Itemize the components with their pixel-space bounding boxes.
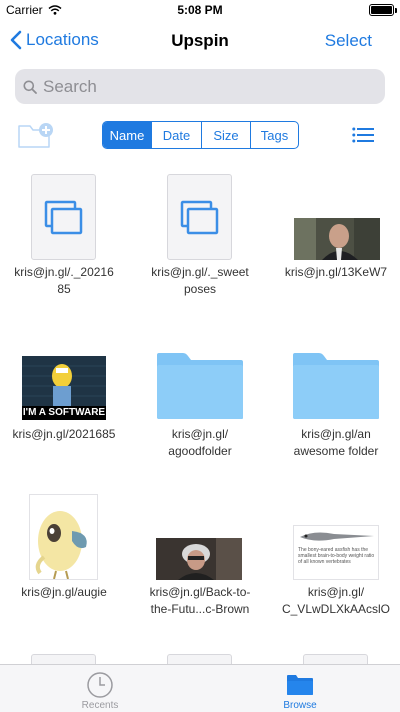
item-label: kris@jn.gl/._sweet poses bbox=[132, 264, 268, 298]
sort-by-name-segment[interactable]: Name bbox=[103, 122, 152, 148]
tab-browse[interactable]: Browse bbox=[200, 665, 400, 712]
item-label-line-1: kris@jn.gl/._20216 bbox=[14, 265, 114, 279]
clock-icon bbox=[87, 672, 113, 698]
item-label-line-2: 85 bbox=[57, 282, 71, 296]
sort-by-size-segment[interactable]: Size bbox=[202, 122, 251, 148]
navigation-bar: Locations Upspin Select bbox=[0, 20, 400, 64]
grid-item-document[interactable]: kris@jn.gl/._sweet poses bbox=[140, 172, 260, 302]
battery-icon bbox=[369, 4, 397, 16]
status-bar: Carrier 5:08 PM bbox=[0, 0, 400, 20]
item-label-line-1: kris@jn.gl/an bbox=[301, 427, 371, 441]
photo-thumbnail bbox=[294, 218, 380, 260]
stacked-windows-icon bbox=[44, 200, 83, 235]
image-caption: I'M A SOFTWARE bbox=[22, 406, 106, 420]
item-label-line-1: kris@jn.gl/ bbox=[171, 427, 229, 441]
tab-bar: Recents Browse bbox=[0, 664, 400, 712]
new-folder-icon[interactable] bbox=[18, 122, 54, 148]
document-thumbnail bbox=[31, 174, 96, 260]
folder-icon bbox=[293, 353, 379, 419]
screen: Carrier 5:08 PM Locations Upspin Select bbox=[0, 0, 400, 712]
item-label-line-1: kris@jn.gl/._sweet bbox=[151, 265, 249, 279]
item-label-line-1: kris@jn.gl/ bbox=[307, 585, 365, 599]
tab-label: Browse bbox=[283, 700, 317, 711]
item-label-line-1: kris@jn.gl/2021685 bbox=[12, 427, 116, 441]
sort-by-date-segment[interactable]: Date bbox=[152, 122, 202, 148]
photo-thumbnail: The bony-eared assfish has the smallest … bbox=[293, 525, 379, 580]
grid-item-document[interactable]: kris@jn.gl/._20216 85 bbox=[4, 172, 124, 302]
grid-item-folder[interactable]: kris@jn.gl/an awesome folder bbox=[276, 352, 396, 462]
stacked-windows-icon bbox=[180, 200, 219, 235]
fish-icon bbox=[300, 532, 374, 541]
item-label-line-2: awesome folder bbox=[293, 444, 379, 458]
grid-item-image[interactable]: kris@jn.gl/augie bbox=[4, 492, 124, 622]
sort-segmented-control: Name Date Size Tags bbox=[102, 121, 299, 149]
clock: 5:08 PM bbox=[177, 3, 223, 17]
folder-icon bbox=[157, 353, 243, 419]
item-label-line-2: agoodfolder bbox=[168, 444, 232, 458]
document-thumbnail bbox=[167, 174, 232, 260]
item-label: kris@jn.gl/augie bbox=[0, 584, 132, 601]
item-label-line-1: kris@jn.gl/augie bbox=[21, 585, 107, 599]
item-label: kris@jn.gl/ C_VLwDLXkAAcslO bbox=[268, 584, 400, 618]
tab-recents[interactable]: Recents bbox=[0, 665, 200, 712]
item-label: kris@jn.gl/13KeW7 bbox=[268, 264, 400, 281]
grid-item-image[interactable]: The bony-eared assfish has the smallest … bbox=[276, 492, 396, 622]
list-view-icon[interactable] bbox=[352, 126, 374, 144]
photo-thumbnail bbox=[29, 494, 98, 580]
photo-thumbnail bbox=[156, 538, 242, 580]
item-label-line-1: kris@jn.gl/Back-to- bbox=[149, 585, 251, 599]
sort-by-tags-segment[interactable]: Tags bbox=[251, 122, 298, 148]
folder-icon bbox=[287, 675, 313, 695]
bird-character-icon bbox=[35, 511, 87, 580]
search-icon bbox=[23, 80, 37, 94]
search-bar[interactable] bbox=[15, 69, 385, 104]
grid-item-image[interactable]: kris@jn.gl/13KeW7 bbox=[276, 172, 396, 302]
item-label: kris@jn.gl/2021685 bbox=[0, 426, 132, 443]
item-label: kris@jn.gl/._20216 85 bbox=[0, 264, 132, 298]
item-label-line-1: kris@jn.gl/13KeW7 bbox=[284, 265, 388, 279]
item-label-line-2: the-Futu...c-Brown bbox=[150, 602, 250, 616]
item-label: kris@jn.gl/Back-to- the-Futu...c-Brown bbox=[132, 584, 268, 618]
select-button[interactable]: Select bbox=[325, 31, 372, 51]
item-label: kris@jn.gl/ agoodfolder bbox=[132, 426, 268, 460]
grid-item-folder[interactable]: kris@jn.gl/ agoodfolder bbox=[140, 352, 260, 462]
image-caption: The bony-eared assfish has the smallest … bbox=[298, 547, 375, 565]
tab-label: Recents bbox=[81, 700, 119, 711]
photo-thumbnail: I'M A SOFTWARE bbox=[22, 356, 106, 420]
grid-item-image[interactable]: kris@jn.gl/Back-to- the-Futu...c-Brown bbox=[140, 492, 260, 622]
grid-item-image[interactable]: I'M A SOFTWARE kris@jn.gl/2021685 bbox=[4, 352, 124, 462]
item-label-line-2: C_VLwDLXkAAcslO bbox=[281, 602, 391, 616]
item-label-line-2: poses bbox=[183, 282, 217, 296]
search-input[interactable] bbox=[43, 76, 363, 97]
item-label: kris@jn.gl/an awesome folder bbox=[268, 426, 400, 460]
